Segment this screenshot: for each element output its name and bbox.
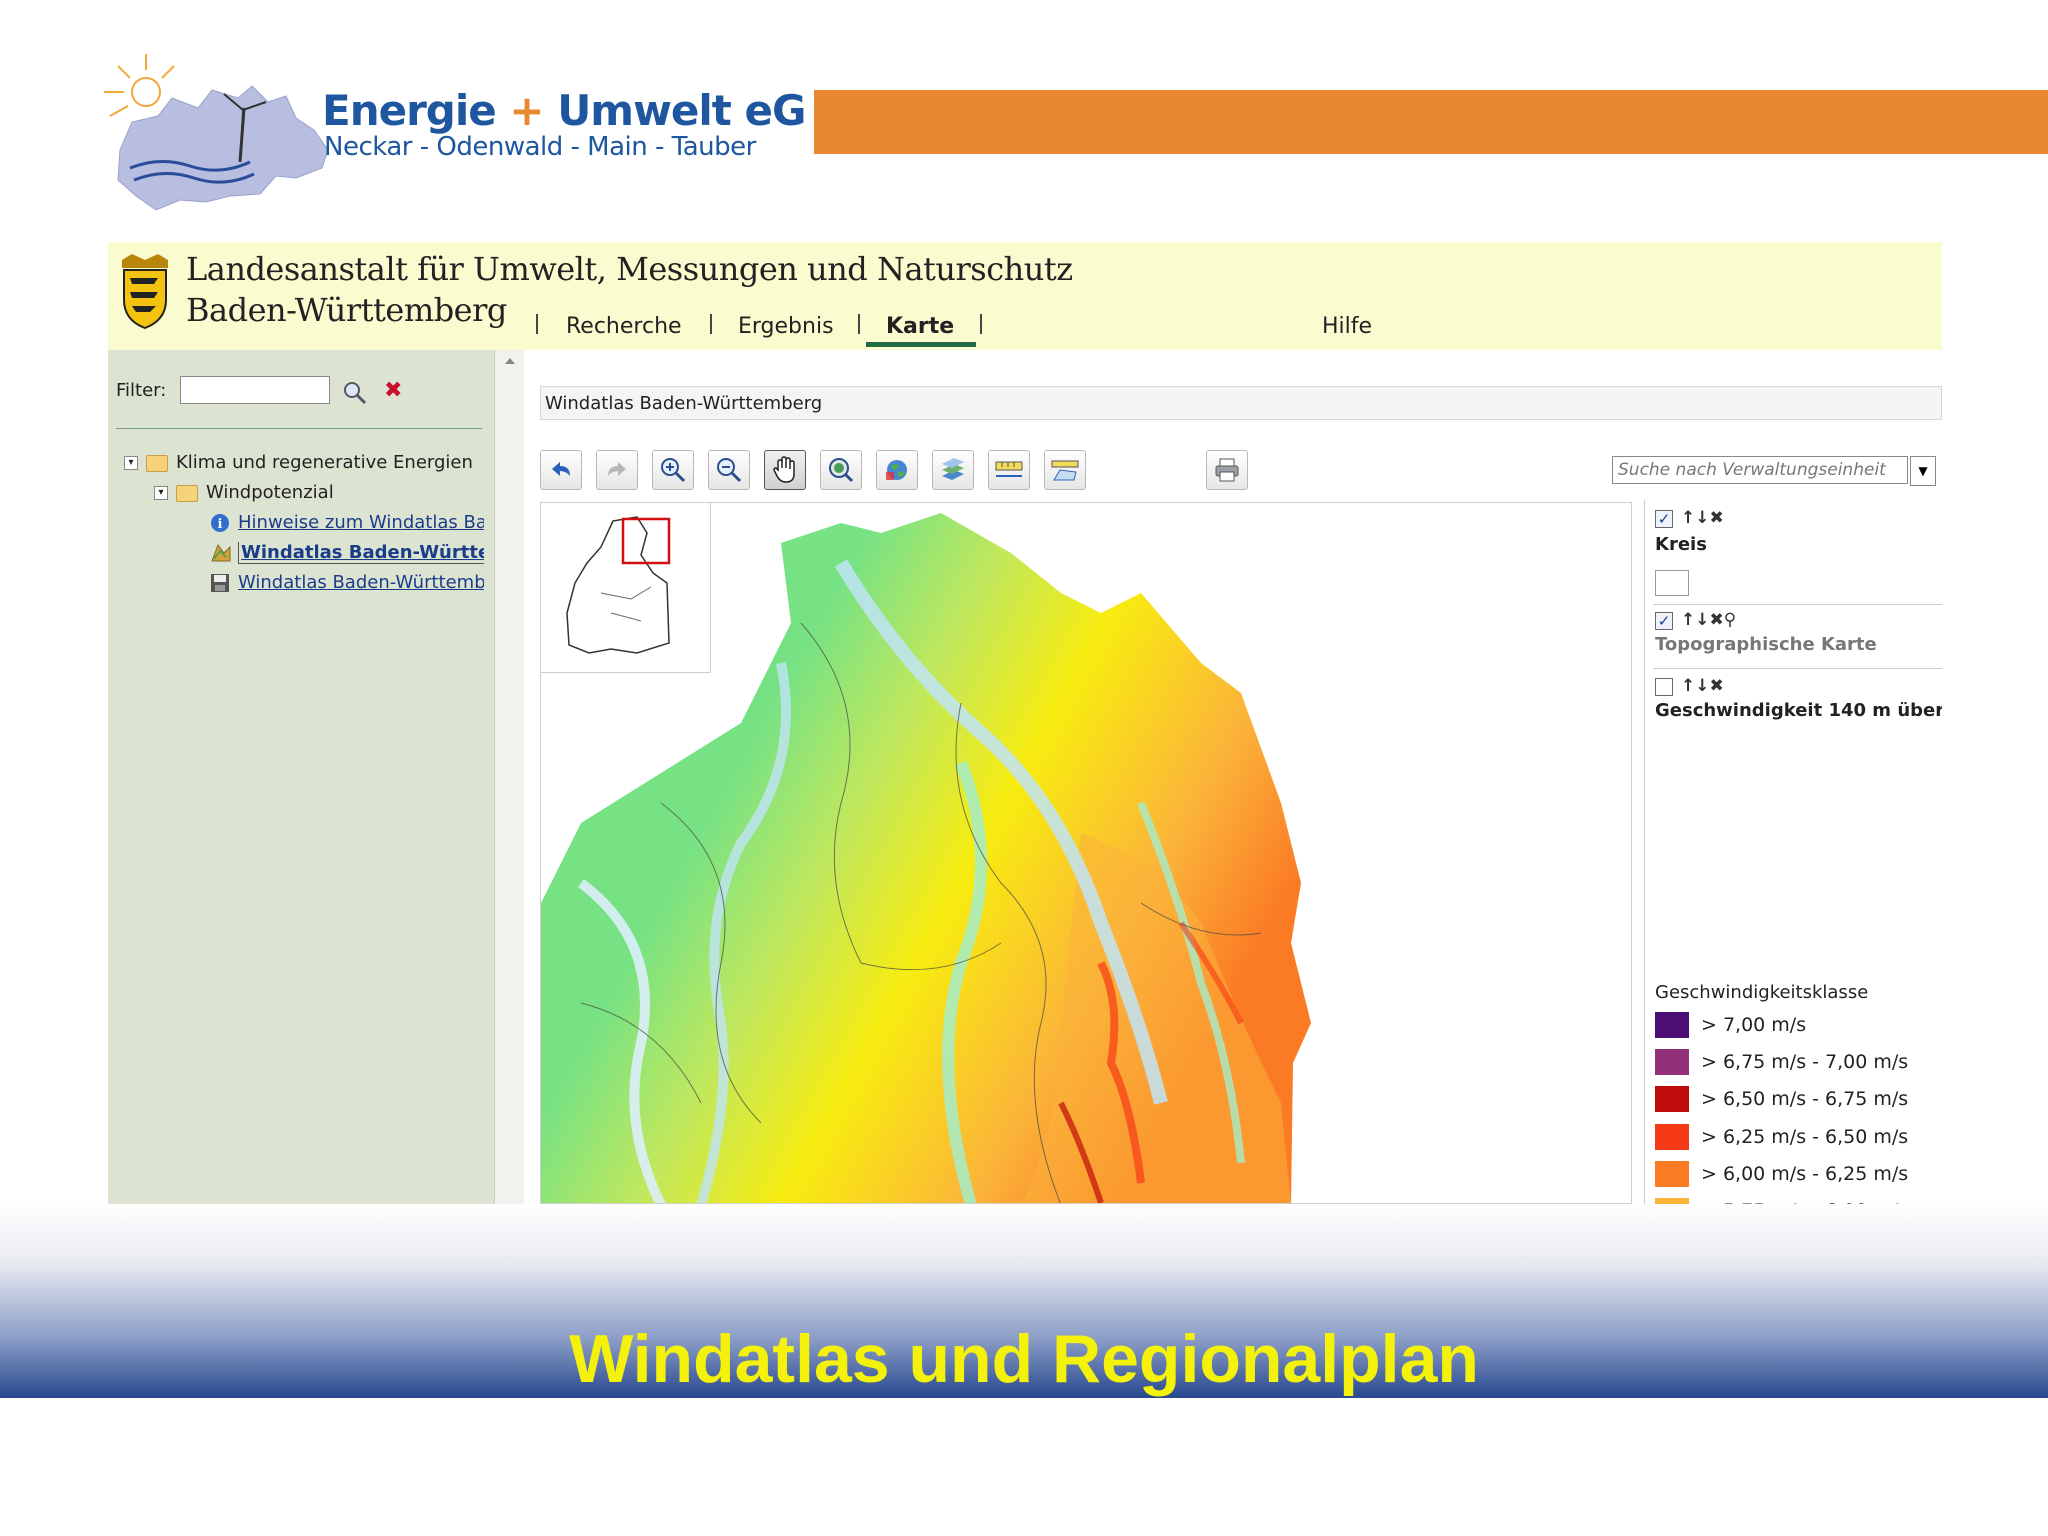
filter-label: Filter: (116, 380, 167, 401)
legend-class-title: Geschwindigkeitsklasse (1655, 982, 1869, 1003)
logo-title: Energie + Umwelt eG (322, 86, 806, 135)
legend-class-label: > 6,75 m/s - 7,00 m/s (1701, 1051, 1909, 1074)
header-accent-bar (814, 90, 2048, 154)
nav-separator (858, 314, 860, 334)
zoom-out-button[interactable] (708, 450, 750, 490)
pan-button[interactable] (764, 450, 806, 490)
nav-separator (536, 314, 538, 334)
sidebar: Filter: ✖ ▾ Klima und regenerative Energi… (108, 350, 494, 1204)
print-button[interactable] (1206, 450, 1248, 490)
svg-text:i: i (218, 517, 223, 532)
tab-hilfe[interactable]: Hilfe (1322, 314, 1372, 339)
layers-icon (942, 458, 964, 480)
back-button[interactable] (540, 450, 582, 490)
search-icon[interactable] (342, 380, 368, 406)
legend-class-label: > 6,00 m/s - 6,25 m/s (1701, 1162, 1909, 1185)
legend-class-label: > 6,25 m/s - 6,50 m/s (1701, 1125, 1909, 1148)
back-icon (552, 462, 570, 476)
legend-panel: ✓ ↑↓✖ Kreis ✓ ↑↓✖⚲ Topographische Karte … (1644, 500, 1942, 1204)
logo-subtitle: Neckar - Odenwald - Main - Tauber (324, 132, 756, 162)
collapse-toggle-icon[interactable]: ▾ (154, 486, 168, 500)
print-icon (1215, 458, 1239, 482)
layer-controls[interactable]: ↑↓✖⚲ (1681, 610, 1736, 630)
tree-item-windpotenzial[interactable]: ▾ Windpotenzial (154, 482, 484, 508)
legend-swatch (1655, 1012, 1689, 1038)
tree-item-windatlas-map[interactable]: Windatlas Baden-Württemberg (210, 542, 484, 568)
filter-input[interactable] (180, 376, 330, 404)
layers-button[interactable] (932, 450, 974, 490)
measure-area-icon (1051, 460, 1079, 481)
map-canvas[interactable] (540, 502, 1632, 1204)
folder-icon (176, 484, 198, 502)
chevron-down-icon[interactable]: ▼ (1910, 456, 1936, 486)
layer-name-wind: Geschwindigkeit 140 m über Grund (1655, 700, 1942, 721)
zoom-in-button[interactable] (652, 450, 694, 490)
pan-hand-icon (773, 456, 795, 483)
coat-of-arms-icon (122, 254, 168, 330)
legend-class-label: > 6,50 m/s - 6,75 m/s (1701, 1088, 1909, 1111)
info-icon: i (211, 514, 229, 532)
legend-swatch (1655, 1123, 1689, 1150)
nav-separator (980, 314, 982, 334)
globe-button[interactable] (876, 450, 918, 490)
divider (1653, 668, 1942, 669)
forward-icon (608, 462, 626, 476)
agency-state: Baden-Württemberg (186, 291, 507, 329)
tab-recherche[interactable]: Recherche (566, 314, 682, 339)
slide-title: Windatlas und Regionalplan (569, 1321, 1479, 1397)
app-header: Landesanstalt für Umwelt, Messungen und … (108, 242, 1942, 350)
measure-area-button[interactable] (1044, 450, 1086, 490)
divider (116, 428, 482, 429)
kreis-swatch (1655, 570, 1689, 596)
globe-icon (886, 460, 907, 480)
legend-swatch (1655, 1160, 1689, 1187)
nav-separator (710, 314, 712, 334)
zoom-full-icon (829, 458, 854, 483)
active-tab-indicator (866, 342, 976, 347)
map-title: Windatlas Baden-Württemberg (540, 386, 1942, 420)
forward-button[interactable] (596, 450, 638, 490)
tree-item-windatlas-save[interactable]: Windatlas Baden-Württemberg (210, 572, 484, 598)
layer-checkbox-topo[interactable]: ✓ (1655, 612, 1673, 630)
layer-checkbox-kreis[interactable]: ✓ (1655, 510, 1673, 528)
layer-controls[interactable]: ↑↓✖ (1681, 676, 1724, 696)
save-disk-icon (211, 574, 229, 592)
legend-swatch (1655, 1049, 1689, 1076)
map-layer-icon (211, 543, 231, 562)
measure-distance-button[interactable] (988, 450, 1030, 490)
logo-map-icon (104, 54, 329, 210)
layer-checkbox-wind[interactable] (1655, 678, 1673, 696)
tree-item-klima[interactable]: ▾ Klima und regenerative Energien (124, 452, 484, 478)
tab-karte[interactable]: Karte (886, 314, 954, 339)
layer-name-topo: Topographische Karte (1655, 634, 1877, 655)
layer-controls[interactable]: ↑↓✖ (1681, 508, 1724, 528)
legend-swatch (1655, 1086, 1689, 1113)
panel-splitter[interactable] (494, 350, 524, 1204)
overview-outline-icon (566, 516, 671, 654)
zoom-full-button[interactable] (820, 450, 862, 490)
admin-unit-search-input[interactable]: Suche nach Verwaltungseinheit (1612, 456, 1908, 484)
tree-item-hinweise[interactable]: iHinweise zum Windatlas Baden-Württember… (210, 512, 484, 538)
overview-map[interactable] (541, 503, 711, 673)
logo: Energie + Umwelt eG Neckar - Odenwald - … (100, 50, 806, 210)
folder-icon (146, 454, 168, 472)
zoom-in-icon (661, 458, 686, 483)
agency-name: Landesanstalt für Umwelt, Messungen und … (186, 250, 1073, 288)
layer-name-kreis: Kreis (1655, 534, 1707, 555)
clear-filter-icon[interactable]: ✖ (384, 378, 402, 403)
tab-ergebnis[interactable]: Ergebnis (738, 314, 834, 339)
divider (1653, 604, 1942, 605)
lubw-app-window: Landesanstalt für Umwelt, Messungen und … (108, 242, 1942, 1204)
collapse-toggle-icon[interactable]: ▾ (124, 456, 138, 470)
zoom-out-icon (717, 458, 742, 483)
collapse-arrow-icon[interactable] (503, 356, 517, 366)
measure-distance-icon (995, 461, 1023, 477)
legend-class-label: > 7,00 m/s (1701, 1014, 1807, 1036)
